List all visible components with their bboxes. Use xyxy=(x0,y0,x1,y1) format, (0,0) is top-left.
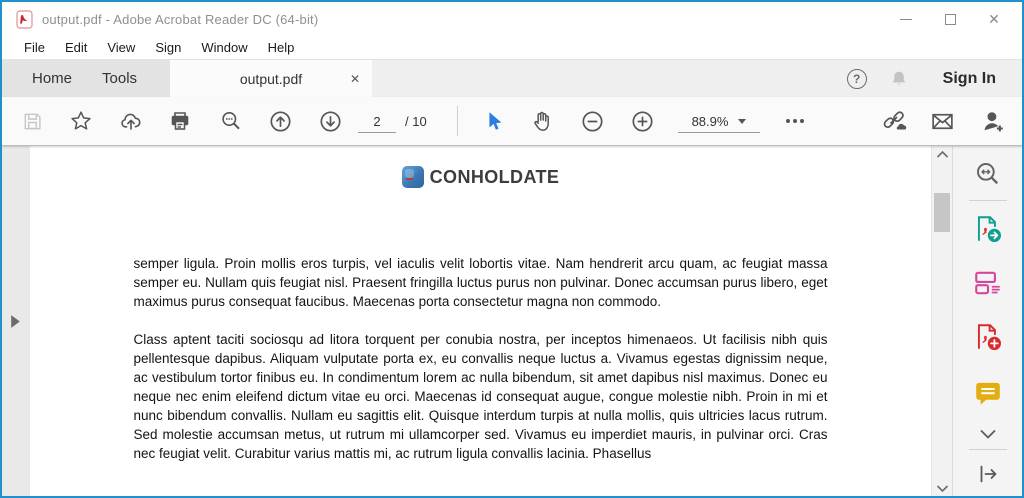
print-button[interactable] xyxy=(166,107,194,135)
toolbar-divider xyxy=(457,106,458,136)
previous-page-icon xyxy=(268,109,293,134)
zoom-level-dropdown[interactable]: 88.9% xyxy=(678,110,760,133)
print-icon xyxy=(168,109,192,133)
scrollbar-thumb[interactable] xyxy=(934,193,950,232)
share-link-icon xyxy=(880,108,908,134)
minimize-button[interactable] xyxy=(884,2,928,36)
sidebar-divider xyxy=(969,449,1007,450)
menu-view[interactable]: View xyxy=(97,40,145,55)
menu-file[interactable]: File xyxy=(14,40,55,55)
pointer-icon xyxy=(483,110,505,132)
document-viewer: CONHOLDATE semper ligula. Proin mollis e… xyxy=(2,146,1022,496)
export-pdf-button[interactable] xyxy=(972,213,1004,245)
notifications-bell-icon[interactable] xyxy=(889,69,909,89)
menu-edit[interactable]: Edit xyxy=(55,40,97,55)
page-count-label: / 10 xyxy=(405,114,427,129)
sign-add-icon xyxy=(980,108,1006,134)
next-page-button[interactable] xyxy=(316,107,344,135)
zoom-out-icon xyxy=(580,109,605,134)
chevron-down-icon xyxy=(978,427,998,441)
conholdate-logo-text: CONHOLDATE xyxy=(430,167,560,188)
close-button[interactable]: ✕ xyxy=(972,2,1016,36)
open-tools-panel-button[interactable] xyxy=(976,462,1000,486)
menu-window[interactable]: Window xyxy=(191,40,257,55)
star-icon xyxy=(69,109,93,133)
tools-sidebar xyxy=(952,146,1022,496)
sign-in-button[interactable]: Sign In xyxy=(943,70,996,88)
document-logo: CONHOLDATE xyxy=(30,166,931,188)
hand-tool-button[interactable] xyxy=(528,107,556,135)
zoom-in-button[interactable] xyxy=(628,107,656,135)
search-document-icon xyxy=(974,160,1002,188)
cloud-upload-icon xyxy=(119,109,143,133)
fill-sign-button[interactable] xyxy=(979,107,1007,135)
edit-pdf-icon xyxy=(972,267,1004,299)
more-sidebar-tools-button[interactable] xyxy=(978,427,998,441)
search-document-button[interactable] xyxy=(974,160,1002,188)
window-title: output.pdf - Adobe Acrobat Reader DC (64… xyxy=(42,12,318,27)
create-pdf-button[interactable] xyxy=(972,321,1004,353)
tab-bar: Home Tools output.pdf ✕ ? Sign In xyxy=(2,60,1022,97)
page-number-input[interactable] xyxy=(358,110,396,133)
zoom-out-button[interactable] xyxy=(578,107,606,135)
paragraph: Class aptent taciti sociosqu ad litora t… xyxy=(134,330,828,463)
expand-nav-pane-icon[interactable] xyxy=(10,314,21,329)
save-icon xyxy=(21,110,44,133)
sidebar-divider xyxy=(969,200,1007,201)
title-bar: output.pdf - Adobe Acrobat Reader DC (64… xyxy=(2,2,1022,36)
tab-tools[interactable]: Tools xyxy=(92,70,147,87)
menu-bar: File Edit View Sign Window Help xyxy=(2,36,1022,60)
tab-document-label: output.pdf xyxy=(240,71,302,87)
select-tool-button[interactable] xyxy=(480,107,508,135)
hand-icon xyxy=(530,109,554,133)
menu-help[interactable]: Help xyxy=(258,40,305,55)
conholdate-logo-icon xyxy=(402,166,424,188)
email-button[interactable] xyxy=(928,107,956,135)
pdf-page[interactable]: CONHOLDATE semper ligula. Proin mollis e… xyxy=(30,146,931,496)
share-link-button[interactable] xyxy=(880,107,908,135)
next-page-icon xyxy=(318,109,343,134)
pdf-file-icon xyxy=(16,10,33,29)
export-pdf-icon xyxy=(972,213,1004,245)
open-panel-icon xyxy=(976,462,1000,486)
chevron-down-icon xyxy=(738,119,746,124)
comment-button[interactable] xyxy=(973,379,1003,409)
save-button[interactable] xyxy=(18,107,46,135)
tab-nav-group: Home Tools xyxy=(2,60,170,97)
vertical-scrollbar[interactable] xyxy=(931,146,952,496)
menu-sign[interactable]: Sign xyxy=(145,40,191,55)
edit-pdf-button[interactable] xyxy=(972,267,1004,299)
zoom-in-icon xyxy=(630,109,655,134)
tab-home[interactable]: Home xyxy=(22,70,82,87)
zoom-level-value: 88.9% xyxy=(692,114,729,129)
navigation-pane-strip xyxy=(2,146,30,496)
search-icon xyxy=(219,109,243,133)
star-button[interactable] xyxy=(67,107,95,135)
tab-bar-right: ? Sign In xyxy=(847,60,1022,97)
tab-close-icon[interactable]: ✕ xyxy=(350,72,360,86)
toolbar: / 10 88.9% xyxy=(2,97,1022,146)
find-button[interactable] xyxy=(217,107,245,135)
more-tools-button[interactable] xyxy=(781,107,809,135)
scroll-up-icon[interactable] xyxy=(936,150,949,159)
more-tools-icon xyxy=(783,109,807,133)
close-icon: ✕ xyxy=(988,12,1000,26)
comment-icon xyxy=(973,379,1003,409)
create-pdf-icon xyxy=(972,321,1004,353)
maximize-button[interactable] xyxy=(928,2,972,36)
paragraph: semper ligula. Proin mollis eros turpis,… xyxy=(134,254,828,311)
email-icon xyxy=(930,109,955,134)
upload-cloud-button[interactable] xyxy=(117,107,145,135)
document-text: semper ligula. Proin mollis eros turpis,… xyxy=(134,254,828,463)
help-icon[interactable]: ? xyxy=(847,69,867,89)
tab-document[interactable]: output.pdf ✕ xyxy=(170,60,372,97)
acrobat-reader-window: output.pdf - Adobe Acrobat Reader DC (64… xyxy=(0,0,1024,498)
previous-page-button[interactable] xyxy=(266,107,294,135)
scroll-down-icon[interactable] xyxy=(936,484,949,493)
